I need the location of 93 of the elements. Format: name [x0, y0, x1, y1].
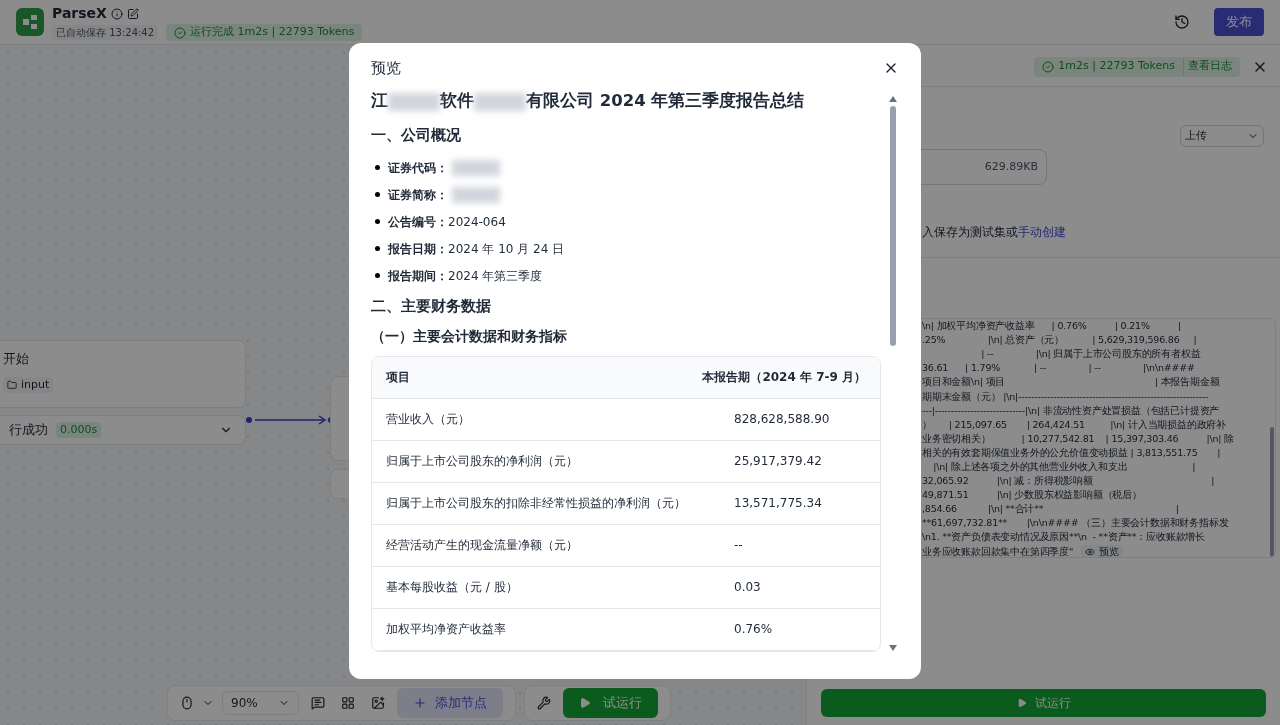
check-icon: [174, 26, 187, 39]
output-line: \n| 加权平均净资产收益率 | 0.76% | 0.21% |: [922, 319, 1181, 334]
fact-label: 公告编号：: [388, 213, 448, 231]
output-line: 49,871.51 |\n| 少数股东权益影响额（税后）: [922, 488, 1142, 503]
bullet-icon: [375, 273, 380, 278]
image-icon[interactable]: [370, 696, 385, 710]
test-run-button[interactable]: 试运行: [562, 688, 658, 718]
output-line: 期期末金额（元） |\n|-----------------------------------------------------------: [922, 389, 1209, 404]
app-name: ParseX: [52, 4, 107, 24]
output-line: 项目和金额\n| 项目 | 本报告期金额: [922, 375, 1220, 390]
plus-icon: [412, 696, 427, 710]
view-log-link[interactable]: 查看日志: [1183, 58, 1232, 75]
bullet-icon: [375, 246, 380, 251]
hint-text: 入保存为测试集或手动创建: [922, 225, 1066, 239]
redaction-mark: [388, 92, 440, 111]
fact-value: 2024 年第三季度: [448, 267, 543, 285]
autosave-label: 已自动保存 13:24:42: [52, 25, 159, 40]
table-cell-text: 13,571,775.34: [733, 495, 823, 513]
info-icon[interactable]: [110, 7, 123, 20]
table-cell-text: 营业收入（元）: [385, 411, 471, 429]
output-line: **61,697,732.81** |\n\n#### （三）主要会计数据和财务指标发: [922, 516, 1229, 531]
run-result-label: 行成功: [8, 421, 48, 440]
add-node-button[interactable]: 添加节点: [396, 688, 503, 718]
manual-create-link[interactable]: 手动创建: [1018, 225, 1066, 239]
app-logo-icon: [16, 8, 44, 36]
scroll-up-icon[interactable]: [889, 95, 897, 102]
folder-icon: [7, 379, 17, 390]
play-icon: [1016, 698, 1027, 708]
scrollbar-thumb[interactable]: [1270, 427, 1274, 557]
run-result-bar[interactable]: 行成功 0.000s: [0, 415, 246, 445]
document-title: 江: [371, 90, 388, 113]
play-icon: [578, 697, 591, 709]
document-title: 有限公司 2024 年第三季度报告总结: [526, 90, 805, 113]
history-icon[interactable]: [1174, 14, 1190, 30]
duration-badge: 0.000s: [56, 421, 102, 439]
fact-label: 报告期间：: [388, 267, 448, 285]
dialog-title: 预览: [371, 58, 401, 79]
fact-value: 2024-064: [448, 213, 506, 231]
column-header: 项目: [385, 369, 411, 387]
output-line: ---|----------------------------|\n| 非流动性资产处置损益（包括已计提资产: [922, 403, 1220, 418]
output-line: .25% |\n| 总资产（元） | 5,629,319,596.86 |: [922, 333, 1197, 348]
output-line: 32,065.92 |\n| 减：所得税影响额 |: [922, 474, 1215, 489]
table-cell-text: --: [733, 537, 744, 555]
output-line: 36.61 | 1.79% | -- | -- |\n\n####: [922, 361, 1195, 376]
source-select[interactable]: 上传: [1180, 125, 1264, 147]
scroll-down-icon[interactable]: [889, 645, 897, 651]
start-node[interactable]: 开始 input: [0, 340, 246, 408]
column-header: 本报告期（2024 年 7-9 月）: [701, 369, 867, 387]
table-cell-text: 归属于上市公司股东的净利润（元）: [385, 453, 579, 471]
section-heading: 二、主要财务数据: [371, 296, 492, 317]
bullet-icon: [375, 192, 380, 197]
section-heading: 一、公司概况: [371, 124, 462, 146]
fact-label: 证券代码：: [388, 159, 448, 177]
fact-label: 报告日期：: [388, 240, 448, 258]
input-tag: input: [3, 376, 54, 393]
grid-icon[interactable]: [340, 696, 355, 710]
table-cell-text: 加权平均净资产收益率: [385, 621, 507, 639]
table-cell-text: 0.76%: [733, 621, 774, 639]
eye-icon: [1085, 546, 1096, 557]
bullet-icon: [375, 165, 380, 170]
output-line: 相关的有效套期保值业务外的公允价值变动损益 | 3,813,551.75 |: [922, 445, 1221, 460]
test-run-button[interactable]: 试运行: [821, 689, 1266, 717]
fact-value: 2024 年 10 月 24 日: [448, 240, 565, 258]
scrollbar-thumb[interactable]: [890, 105, 896, 346]
mouse-icon[interactable]: [180, 696, 194, 710]
table-cell-text: 25,917,379.42: [733, 453, 823, 471]
output-line: ） | 215,097.65 | 264,424.51 |\n| 计入当期损益的政府补: [922, 417, 1226, 432]
preview-button[interactable]: 预览: [1081, 544, 1123, 557]
table-cell-text: 归属于上市公司股东的扣除非经常性损益的净利润（元）: [385, 495, 687, 513]
node-title: 开始: [3, 350, 30, 368]
redaction-mark: [474, 92, 526, 111]
edit-icon[interactable]: [126, 7, 139, 20]
check-icon: [1042, 60, 1055, 73]
table-cell-text: 经营活动产生的现金流量净额（元）: [385, 537, 579, 555]
table-cell-text: 0.03: [733, 579, 762, 597]
output-line: 业务应收账款回款集中在第四季度": [922, 544, 1074, 557]
output-line: 业务密切相关） | 10,277,542.81 | 15,397,303.46 |\n| 除: [922, 431, 1234, 446]
zoom-select[interactable]: 90%: [222, 691, 299, 715]
table-cell-text: 828,628,588.90: [733, 411, 831, 429]
output-line: \n1. **资产负债表变动情况及原因**\n - **资产**：应收账款增长: [922, 530, 1205, 545]
run-status-badge: 运行完成 1m2s | 22793 Tokens: [166, 24, 363, 41]
wrench-icon[interactable]: [536, 696, 551, 710]
run-status-badge: 1m2s | 22793 Tokens 查看日志: [1034, 56, 1240, 77]
comment-icon[interactable]: [310, 696, 325, 710]
fact-label: 证券简称：: [388, 186, 448, 204]
publish-button[interactable]: 发布: [1214, 8, 1264, 36]
output-line: ,854.66 |\n| **合计** |: [922, 502, 1179, 517]
bullet-icon: [375, 219, 380, 224]
document-title: 软件: [440, 90, 474, 113]
subsection-heading: （一）主要会计数据和财务指标: [371, 326, 568, 346]
output-line: | -- |\n| 归属于上市公司股东的所有者权益: [980, 347, 1201, 362]
output-line: |\n| 除上述各项之外的其他营业外收入和支出 |: [932, 460, 1196, 474]
table-cell-text: 基本每股收益（元 / 股）: [385, 579, 519, 597]
